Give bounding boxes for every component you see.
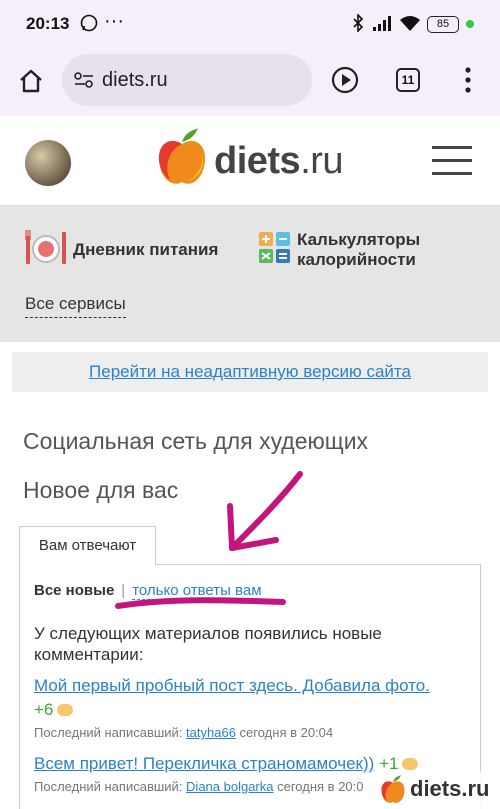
replies-intro: У следующих материалов появились новые к…: [34, 624, 382, 664]
filter-all-new[interactable]: Все новые: [34, 582, 114, 599]
new-comments-count: +1: [379, 754, 399, 773]
author-link[interactable]: tatyha66: [186, 725, 236, 740]
tab-switcher-button[interactable]: 11: [396, 68, 420, 92]
comment-bubble-icon: [57, 704, 74, 716]
address-bar[interactable]: diets.ru: [62, 54, 312, 106]
last-author-label: Последний написавший:: [34, 725, 183, 740]
hamburger-menu-icon[interactable]: [432, 146, 472, 176]
apple-logo-icon[interactable]: [156, 126, 208, 195]
post-time: сегодня в 20:04: [239, 725, 334, 740]
site-header: diets.ru: [0, 116, 500, 206]
browser-menu-icon[interactable]: [464, 66, 472, 99]
author-link[interactable]: Diana bolgarka: [186, 779, 273, 794]
service-food-diary[interactable]: Дневник питания: [73, 240, 218, 260]
filter-separator: |: [121, 582, 126, 599]
browser-toolbar: diets.ru 11: [0, 50, 500, 116]
post-count-row: +6: [34, 699, 74, 721]
replies-filter: Все новые | только ответы вам: [34, 582, 262, 600]
whatsapp-icon: [80, 14, 98, 36]
tab-replies[interactable]: Вам отвечают: [19, 526, 156, 565]
post-meta: Последний написавший: tatyha66 сегодня в…: [34, 725, 333, 740]
status-bar: 20:13 ··· 85: [0, 0, 500, 50]
play-icon[interactable]: [331, 66, 359, 99]
last-author-label: Последний написавший:: [34, 779, 183, 794]
comment-bubble-icon: [402, 758, 419, 770]
nonadaptive-version-link[interactable]: Перейти на неадаптивную версию сайта: [89, 362, 411, 381]
nonadaptive-version-banner: Перейти на неадаптивную версию сайта: [12, 352, 488, 392]
filter-only-replies[interactable]: только ответы вам: [132, 582, 262, 600]
service-calorie-calculators[interactable]: Калькуляторы калорийности: [297, 230, 447, 270]
list-item: Всем привет! Перекличка страномамочек)) …: [34, 753, 419, 775]
wifi-icon: [399, 14, 421, 36]
post-time: сегодня в 20:0: [277, 779, 364, 794]
section-heading: Новое для вас: [23, 477, 179, 503]
watermark-text: diets.ru: [410, 776, 490, 801]
list-item: Мой первый пробный пост здесь. Добавила …: [34, 675, 430, 697]
avatar[interactable]: [25, 140, 71, 186]
services-panel: Дневник питания Калькуляторы калорийност…: [0, 206, 500, 342]
post-link[interactable]: Мой первый пробный пост здесь. Добавила …: [34, 676, 430, 695]
battery-indicator: 85: [427, 16, 459, 33]
site-settings-icon[interactable]: [74, 71, 94, 94]
status-time: 20:13: [26, 14, 70, 33]
apple-logo-icon: [380, 774, 406, 809]
watermark: diets.ru: [378, 772, 500, 809]
plate-icon[interactable]: [25, 228, 67, 273]
post-link[interactable]: Всем привет! Перекличка страномамочек)): [34, 754, 374, 773]
home-icon[interactable]: [18, 68, 44, 99]
site-logo[interactable]: diets.ru: [214, 140, 344, 183]
privacy-dot: [466, 20, 474, 28]
logo-suffix-text: .ru: [300, 140, 344, 182]
signal-icon: [372, 14, 394, 36]
all-services-link[interactable]: Все сервисы: [25, 294, 126, 318]
page-title: Социальная сеть для худеющих: [23, 428, 369, 454]
more-notifications-icon: ···: [104, 10, 124, 32]
bluetooth-icon: [352, 13, 364, 36]
new-comments-count: +6: [34, 700, 54, 719]
logo-main-text: diets: [214, 140, 301, 182]
post-meta: Последний написавший: Diana bolgarka сег…: [34, 779, 364, 794]
url-text: diets.ru: [102, 69, 168, 91]
calculator-icon[interactable]: [259, 232, 291, 269]
